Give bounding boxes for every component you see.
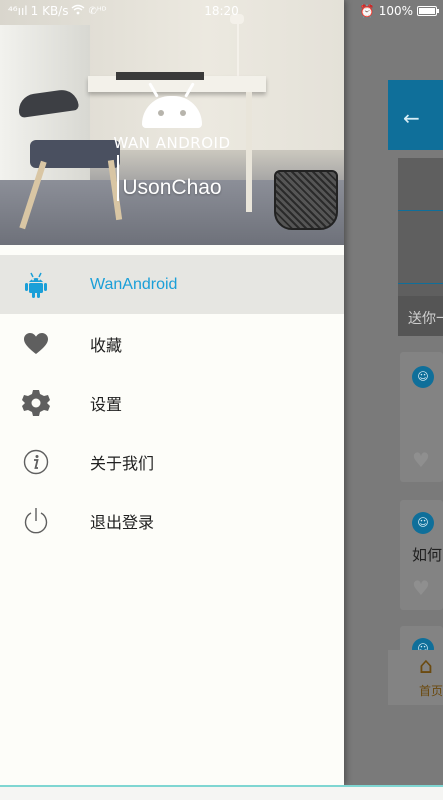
lamp xyxy=(237,22,239,78)
logo-head xyxy=(142,96,202,128)
home-tab-label: 首页 xyxy=(419,684,443,698)
drawer-header: WAN ANDROID UsonChao xyxy=(0,0,344,245)
article-title: 如何 xyxy=(412,546,443,564)
alarm-icon: ⏰ xyxy=(359,4,375,18)
user-name[interactable]: UsonChao xyxy=(0,176,344,200)
menu-item-label: 设置 xyxy=(90,394,123,414)
background-footer xyxy=(344,705,443,785)
author-avatar-icon: ☺ xyxy=(412,512,434,534)
power-icon xyxy=(22,507,50,535)
menu-item-label: WanAndroid xyxy=(90,275,178,293)
info-icon xyxy=(22,448,50,476)
heart-icon: ♥ xyxy=(412,448,430,472)
banner-divider xyxy=(398,210,443,211)
article-card: ☺ ♥ xyxy=(400,352,443,482)
android-logo xyxy=(138,78,206,138)
navigation-drawer: WAN ANDROID UsonChao WanAndroid 收藏 设置 关于… xyxy=(0,0,344,785)
menu-item-logout[interactable]: 退出登录 xyxy=(0,491,344,550)
logo-eye xyxy=(180,110,186,116)
home-icon: ⌂ xyxy=(419,654,433,679)
battery-percent: 100% xyxy=(378,4,413,18)
android-icon xyxy=(22,271,50,299)
battery-icon xyxy=(417,6,439,16)
logo-antenna xyxy=(184,82,195,98)
logo-text: WAN ANDROID xyxy=(113,134,231,152)
logo-antenna xyxy=(148,82,159,98)
menu-item-label: 收藏 xyxy=(90,335,123,355)
system-bottom-edge xyxy=(0,785,443,800)
banner-divider xyxy=(398,283,443,284)
drawer-menu: WanAndroid 收藏 设置 关于我们 退出登录 xyxy=(0,255,344,550)
logo-eye xyxy=(158,110,164,116)
menu-item-settings[interactable]: 设置 xyxy=(0,373,344,432)
gear-icon xyxy=(22,389,50,417)
menu-item-favorites[interactable]: 收藏 xyxy=(0,314,344,373)
back-arrow-icon: ← xyxy=(403,106,420,130)
author-avatar-icon: ☺ xyxy=(412,366,434,388)
background-banner xyxy=(398,158,443,296)
banner-caption: 送你一 xyxy=(398,296,443,336)
menu-item-wanandroid[interactable]: WanAndroid xyxy=(0,255,344,314)
article-card: ☺ 如何 ♥ xyxy=(400,500,443,610)
status-right: ⏰ 100% xyxy=(359,4,439,18)
heart-icon xyxy=(22,330,50,358)
menu-item-label: 退出登录 xyxy=(90,512,155,532)
battery-level xyxy=(419,8,435,14)
menu-item-label: 关于我们 xyxy=(90,453,155,473)
heart-icon: ♥ xyxy=(412,576,430,600)
status-bar: ⁴⁶ııl 1 KB/s ✆ᴴᴰ 18:20 ⏰ 100% xyxy=(0,0,443,24)
menu-item-about[interactable]: 关于我们 xyxy=(0,432,344,491)
